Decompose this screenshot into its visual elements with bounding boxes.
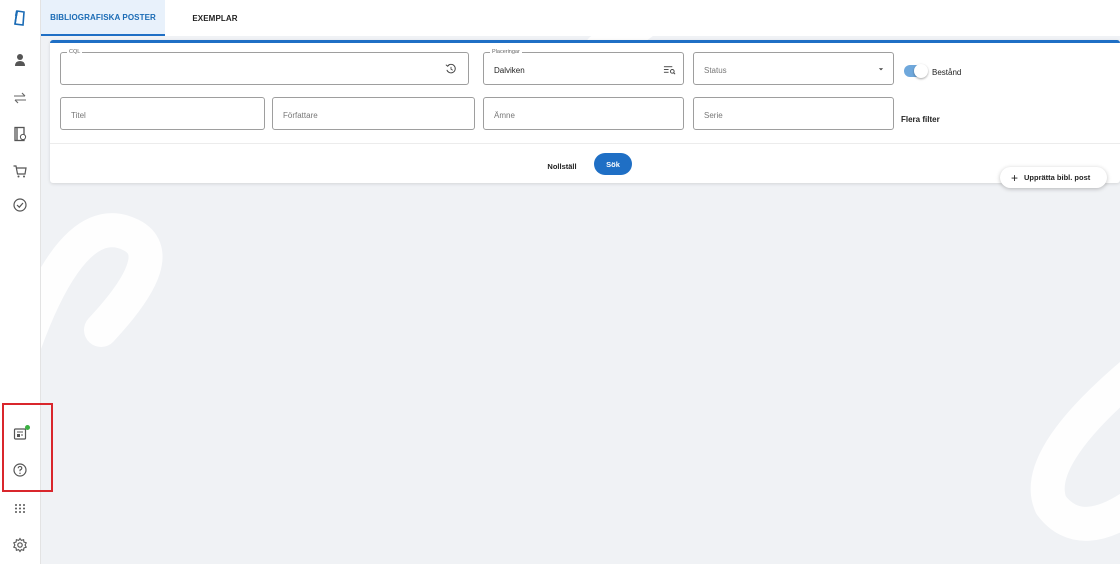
placements-field[interactable]: Placeringar Dalviken (483, 48, 684, 85)
cql-field[interactable]: CQL (60, 48, 469, 85)
cql-legend: CQL (67, 48, 83, 56)
plus-icon: + (1011, 170, 1019, 185)
holdings-toggle[interactable] (904, 64, 928, 78)
author-placeholder: Författare (283, 111, 318, 120)
chevron-down-icon (874, 62, 888, 76)
create-bib-record-label: Upprätta bibl. post (1024, 173, 1091, 182)
circulation-icon-glyph (14, 92, 26, 104)
reset-button[interactable]: Nollställ (540, 157, 584, 175)
catalog-icon-glyph (14, 10, 25, 26)
circulation-icon[interactable] (8, 86, 32, 110)
search-panel: CQL Placeringar Dalviken Status Bestånd … (50, 40, 1120, 183)
placements-value: Dalviken (494, 66, 525, 75)
serials-icon[interactable] (8, 122, 32, 146)
panel-divider (50, 143, 1120, 144)
history-icon[interactable] (444, 62, 458, 76)
search-button[interactable]: Sök (594, 153, 632, 175)
tab-items[interactable]: EXEMPLAR (165, 0, 265, 36)
series-field[interactable]: Serie (693, 97, 894, 130)
settings-icon[interactable] (8, 533, 32, 557)
patrons-icon-glyph (15, 54, 25, 66)
status-placeholder: Status (704, 66, 727, 75)
subject-field[interactable]: Ämne (483, 97, 684, 130)
apps-icon-glyph (15, 504, 25, 513)
acquisitions-icon[interactable] (8, 159, 32, 183)
filter-list-icon[interactable] (662, 62, 676, 76)
title-field[interactable]: Titel (60, 97, 265, 130)
subject-placeholder: Ämne (494, 111, 515, 120)
holdings-label: Bestånd (932, 68, 962, 77)
placements-legend: Placeringar (490, 48, 522, 56)
tab-bar: BIBLIOGRAFISKA POSTER EXEMPLAR (41, 0, 1120, 36)
tasks-icon-glyph (13, 198, 27, 212)
create-bib-record-button[interactable]: + Upprätta bibl. post (1000, 167, 1107, 188)
catalog-icon[interactable] (8, 6, 32, 30)
serials-icon-glyph (14, 126, 27, 142)
title-placeholder: Titel (71, 111, 86, 120)
tasks-icon[interactable] (8, 193, 32, 217)
author-field[interactable]: Författare (272, 97, 475, 130)
settings-icon-glyph (13, 537, 27, 553)
more-filters-link[interactable]: Flera filter (901, 115, 940, 124)
status-select[interactable]: Status (693, 52, 894, 85)
tab-bibliographic-records[interactable]: BIBLIOGRAFISKA POSTER (41, 0, 165, 36)
acquisitions-icon-glyph (13, 165, 27, 178)
toggle-knob (914, 64, 928, 78)
series-placeholder: Serie (704, 111, 723, 120)
apps-icon[interactable] (8, 496, 32, 520)
main-content: BIBLIOGRAFISKA POSTER EXEMPLAR CQL Place… (41, 0, 1120, 564)
patrons-icon[interactable] (8, 48, 32, 72)
highlight-box (2, 403, 53, 492)
